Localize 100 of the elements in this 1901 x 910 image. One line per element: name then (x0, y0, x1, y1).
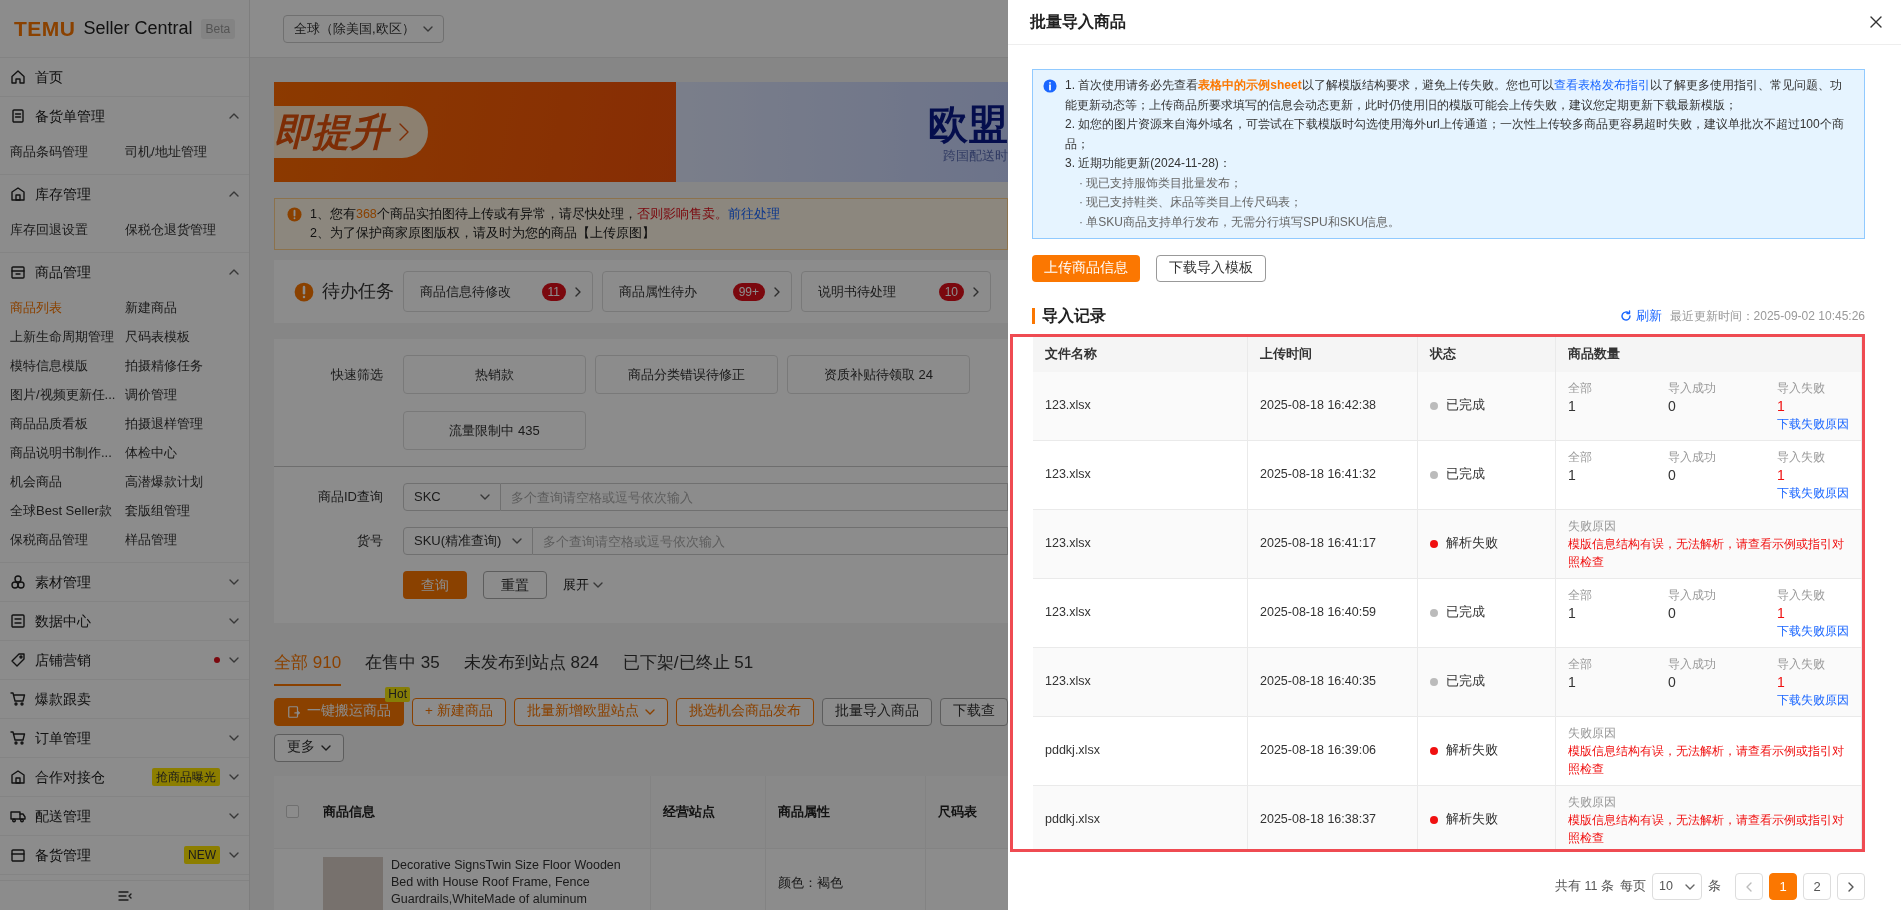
submenu-item[interactable]: 模特信息模版 (10, 351, 125, 380)
todo-item[interactable]: 商品属性待办 99+ (602, 271, 792, 312)
reason-label: 失败原因 (1568, 793, 1617, 811)
sidebar-item[interactable]: 配送管理 (0, 797, 249, 835)
todo-item[interactable]: 商品信息待修改 11 (403, 271, 593, 312)
upload-button[interactable]: 上传商品信息 (1032, 255, 1140, 282)
toolbar-button[interactable]: 下载查 (939, 697, 1008, 726)
sidebar-item[interactable]: 首页 (0, 58, 249, 96)
count-value: 0 (1668, 672, 1677, 691)
submenu-item[interactable]: 新建商品 (125, 293, 249, 322)
update-time: 最近更新时间：2025-09-02 10:45:26 (1669, 307, 1865, 325)
column-header: 状态 (1430, 345, 1456, 363)
page-size-label: 每页 (1620, 878, 1646, 896)
select-all-checkbox[interactable] (285, 805, 299, 818)
chevron-right-icon (574, 286, 582, 297)
submenu-item[interactable]: 商品说明书制作... (10, 438, 125, 467)
download-template-button[interactable]: 下载导入模板 (1156, 255, 1266, 282)
promo-tag: 抢商品曝光 (152, 768, 220, 786)
expand-link[interactable]: 展开 (563, 575, 603, 595)
previous-page-button[interactable] (1735, 873, 1763, 900)
next-page-button[interactable] (1837, 873, 1865, 900)
banner-heading: 欧盟 (927, 102, 1008, 146)
submenu-item[interactable]: 高潜爆款计划 (125, 467, 249, 496)
status-text: 已完成 (1446, 673, 1485, 691)
submenu-item[interactable]: 图片/视频更新任... (10, 380, 125, 409)
download-reason-link[interactable]: 下载失败原因 (1777, 414, 1861, 433)
sidebar-item[interactable]: 备货单管理 (0, 97, 249, 135)
filter-chip[interactable]: 流量限制中 435 (403, 411, 586, 450)
submenu-item[interactable]: 商品条码管理 (10, 137, 125, 166)
info-icon (1043, 79, 1057, 93)
sidebar-item[interactable]: 爆款跟卖 (0, 680, 249, 718)
more-button[interactable]: 更多 (274, 733, 344, 762)
submenu-item[interactable]: 调价管理 (125, 380, 249, 409)
page-size-select[interactable]: 10 (1652, 873, 1702, 900)
chevron-down-icon (593, 580, 603, 590)
filter-chip[interactable]: 商品分类错误待修正 (595, 355, 778, 394)
download-reason-link[interactable]: 下载失败原因 (1777, 621, 1861, 640)
submenu-item[interactable]: 机会商品 (10, 467, 125, 496)
submenu-item[interactable]: 样品管理 (125, 525, 249, 554)
chevron-right-icon (1847, 881, 1855, 892)
count-value: 1 (1568, 396, 1577, 415)
submenu-item[interactable]: 上新生命周期管理 (10, 322, 125, 351)
status-tab[interactable]: 已下架/已终止 51 (622, 649, 754, 686)
type-select[interactable]: SKU(精准查询) (403, 527, 533, 555)
close-icon[interactable] (1869, 15, 1883, 29)
reset-button[interactable]: 重置 (483, 571, 547, 599)
submenu-item[interactable]: 商品品质看板 (10, 409, 125, 438)
home-icon (10, 69, 26, 85)
submenu-item[interactable]: 体检中心 (125, 438, 249, 467)
section-title: 导入记录 (1032, 307, 1106, 324)
reason-text: 模版信息结构有误，无法解析，请查看示例或指引对照检查 (1568, 811, 1845, 847)
refresh-link[interactable]: 刷新 (1619, 306, 1662, 326)
status-dot (1430, 539, 1438, 548)
info-bullet: · 现已支持服饰类目批量发布； (1078, 174, 1244, 192)
submenu-item[interactable]: 保税商品管理 (10, 525, 125, 554)
submenu-item[interactable]: 库存回退设置 (10, 215, 125, 244)
submenu-item[interactable]: 拍摄退样管理 (125, 409, 249, 438)
count-value: 1 (1568, 465, 1577, 484)
file-name: 123.xlsx (1045, 535, 1091, 553)
status-tab[interactable]: 在售中 35 (365, 649, 440, 686)
status-tab[interactable]: 未发布到站点 824 (463, 649, 599, 686)
sidebar-item[interactable]: 店铺营销 (0, 641, 249, 679)
submenu-item[interactable]: 全球Best Seller款 (10, 496, 125, 525)
filter-chip[interactable]: 资质补贴待领取 24 (787, 355, 970, 394)
sidebar-item[interactable]: 素材管理 (0, 563, 249, 601)
toolbar-button[interactable]: 批量导入商品 (821, 697, 932, 726)
count-label: 导入失败 (1777, 379, 1826, 397)
reason-text: 模版信息结构有误，无法解析，请查看示例或指引对照检查 (1568, 535, 1845, 571)
submenu-item[interactable]: 尺码表模板 (125, 322, 249, 351)
submenu-item[interactable]: 套版组管理 (125, 496, 249, 525)
count-value: 0 (1668, 396, 1677, 415)
submenu-item[interactable]: 保税仓退货管理 (125, 215, 249, 244)
submenu-item[interactable]: 拍摄精修任务 (125, 351, 249, 380)
photo-placeholder (323, 856, 383, 910)
column-header: 上传时间 (1260, 345, 1312, 363)
sidebar-item[interactable]: 商品管理 (0, 253, 249, 291)
region-select[interactable]: 全球（除美国,欧区） (283, 14, 444, 43)
page-button[interactable]: 1 (1769, 873, 1797, 900)
download-reason-link[interactable]: 下载失败原因 (1777, 483, 1861, 502)
filter-chip[interactable]: 热销款 (403, 355, 586, 394)
page-button[interactable]: 2 (1803, 873, 1831, 900)
chevron-right-icon (972, 286, 980, 297)
guide-link[interactable]: 查看表格发布指引 (1553, 78, 1650, 92)
count-label: 导入失败 (1777, 586, 1826, 604)
type-select[interactable]: SKC (403, 483, 501, 511)
refresh-icon (1619, 309, 1632, 322)
status-dot (1430, 470, 1438, 479)
sidebar-item[interactable]: 库存管理 (0, 175, 249, 213)
count-value: 1 (1777, 603, 1786, 622)
todo-item[interactable]: 说明书待处理 10 (801, 271, 991, 312)
download-reason-link[interactable]: 下载失败原因 (1777, 690, 1861, 709)
sidebar-item[interactable]: 订单管理 (0, 719, 249, 757)
sidebar-item[interactable]: 备货管理 NEW (0, 836, 249, 874)
cart-icon (10, 691, 26, 707)
submenu-item[interactable]: 司机/地址管理 (125, 137, 249, 166)
sidebar-item[interactable]: 数据中心 (0, 602, 249, 640)
sidebar-item[interactable]: 合作对接仓 抢商品曝光 (0, 758, 249, 796)
truck-icon (10, 808, 26, 824)
field-label: 货号 (356, 532, 384, 551)
notice-link[interactable]: 前往处理 (727, 207, 780, 221)
